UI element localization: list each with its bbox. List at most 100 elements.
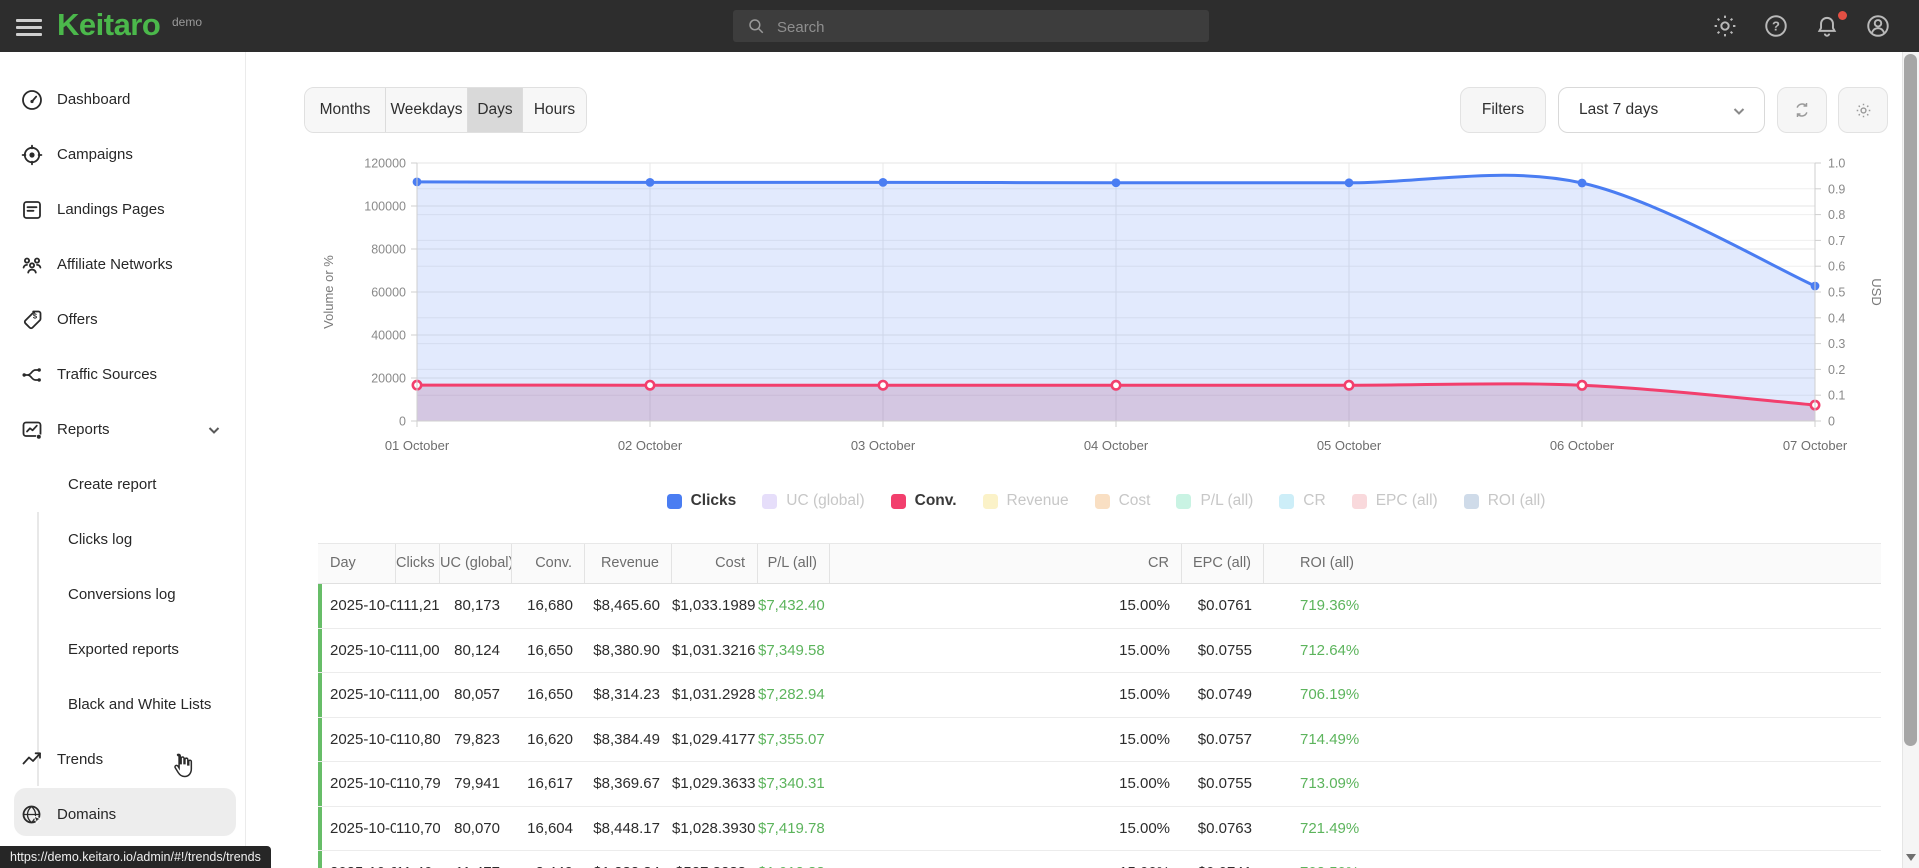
cell-revenue: $8,384.49 [593,730,660,748]
cell-clicks: 111,00 [396,686,440,703]
cell-conv-: 2,449 [512,851,585,868]
cell-day: 2025-10-03 [330,686,396,703]
cell-day: 2025-10-06 [330,819,396,837]
offers-icon: $ [23,310,42,330]
affiliate-networks-icon [22,257,42,274]
cell-revenue: $1,232.34 [585,851,672,868]
traffic-sources-icon [22,368,41,382]
sidebar-item-landing-pages[interactable]: Landings Pages [0,186,245,234]
cell-uc-global-: 11,477 [440,851,512,868]
sidebar-item-reports[interactable]: Reports [0,406,245,454]
legend-item-clicks[interactable]: Clicks [666,492,736,510]
brand-logo[interactable]: Keitaro [57,7,161,43]
scrollbar-down-arrow[interactable] [1906,854,1916,861]
svg-text:1.0: 1.0 [1828,157,1845,171]
legend-item-cr[interactable]: CR [1279,492,1326,510]
legend-item-conv-[interactable]: Conv. [890,492,957,510]
settings-gear-icon[interactable] [1712,13,1738,39]
column-header-revenue[interactable]: Revenue [585,544,672,583]
sidebar-subitem-black-and-white-lists[interactable]: Black and White Lists [0,681,245,729]
svg-text:$: $ [33,312,38,321]
sidebar-item-domains[interactable]: Domains [0,791,245,839]
row-status-stripe [318,628,322,672]
column-header-day[interactable]: Day [318,544,396,583]
trends-icon [20,748,44,772]
user-avatar-icon[interactable] [1865,13,1891,39]
sidebar-subitem-clicks-log[interactable]: Clicks log [0,516,245,564]
cell-cr: 15.00% [1119,597,1170,614]
sidebar-item-trends[interactable]: Trends [0,736,245,784]
chart-settings-button[interactable] [1838,87,1888,133]
svg-text:03 October: 03 October [851,438,916,453]
column-header-cr[interactable]: CR [830,544,1182,583]
search-icon [747,17,765,35]
sidebar-item-traffic-sources[interactable]: Traffic Sources [0,351,245,399]
sidebar-item-campaigns[interactable]: Campaigns [0,131,245,179]
cell-roi-all-: 702.50% [1264,851,1881,868]
campaigns-icon [20,143,44,167]
table-row: 2025-10-03111,00 80,057 16,650 $8,314.23 $1,… [318,673,1881,718]
legend-item-roi-all-[interactable]: ROI (all) [1463,492,1545,510]
svg-text:0: 0 [1828,415,1835,429]
tab-days[interactable]: Days [468,88,523,132]
column-header-conv-[interactable]: Conv. [512,544,585,583]
cell-day: 2025-10-01 [330,597,396,614]
cell-day: 2025-10-02 [330,641,396,659]
scrollbar-thumb[interactable] [1904,54,1917,746]
column-header-roi-all-[interactable]: ROI (all) [1264,544,1881,583]
chart-legend: Clicks UC (global) Conv. Revenue Cost P/L (al… [320,490,1892,512]
svg-text:Volume or %: Volume or % [321,255,336,329]
offers-icon: $ [20,308,44,332]
legend-item-epc-all-[interactable]: EPC (all) [1351,492,1438,510]
sidebar-subitem-exported-reports[interactable]: Exported reports [0,626,245,674]
tab-months[interactable]: Months [305,88,386,132]
legend-item-uc-global-[interactable]: UC (global) [762,492,865,510]
sidebar-subitem-conversions-log[interactable]: Conversions log [0,571,245,619]
legend-swatch [1463,493,1479,509]
mouse-cursor-hand [168,752,196,780]
column-header-p-l-all-[interactable]: P/L (all) [758,544,830,583]
row-status-stripe [318,584,322,628]
sidebar-subitem-create-report[interactable]: Create report [0,461,245,509]
cell-revenue: $8,448.17 [593,819,660,837]
search-input[interactable] [775,10,1199,44]
date-range-select[interactable]: Last 7 days [1558,87,1765,133]
trends-icon [22,752,41,765]
notifications-bell-icon[interactable] [1814,13,1840,39]
cell-conv-: 16,604 [527,819,573,837]
svg-text:100000: 100000 [364,200,406,214]
domains-icon [20,803,44,827]
legend-item-revenue[interactable]: Revenue [982,492,1069,510]
svg-text:0.4: 0.4 [1828,311,1845,325]
cell-roi-all-: 706.19% [1300,686,1360,703]
tab-weekdays[interactable]: Weekdays [386,88,468,132]
table-row: 2025-10-06110,70 80,070 16,604 $8,448.17 $1,… [318,806,1881,851]
row-status-stripe [318,762,322,806]
svg-text:07 October: 07 October [1783,438,1848,453]
tab-hours[interactable]: Hours [523,88,586,132]
cell-conv-: 16,650 [527,686,573,703]
sidebar-item-dashboard[interactable]: Dashboard [0,76,245,124]
sidebar-item-affiliate-networks[interactable]: Affiliate Networks [0,241,245,289]
legend-item-cost[interactable]: Cost [1094,492,1150,510]
svg-text:?: ? [1772,19,1780,34]
legend-item-p-l-all-[interactable]: P/L (all) [1176,492,1253,510]
cell-epc-all-: $0.0755 [1197,641,1252,659]
sidebar-item-offers[interactable]: $ Offers [0,296,245,344]
cell-day: 2025-10-04 [330,730,396,748]
period-tab-group: Months Weekdays Days Hours [304,87,587,133]
refresh-button[interactable] [1777,87,1827,133]
trends-table: Day Clicks UC (global) Conv. Revenue Cost P/L … [318,543,1881,868]
column-header-cost[interactable]: Cost [672,544,758,583]
column-header-uc-global-[interactable]: UC (global) [440,544,512,583]
column-header-epc-all-[interactable]: EPC (all) [1182,544,1264,583]
column-header-clicks[interactable]: Clicks [396,544,440,583]
hamburger-menu-icon[interactable] [16,15,42,37]
cell-revenue: $8,369.67 [593,775,660,792]
help-icon[interactable]: ? [1763,13,1789,39]
cell-roi-all-: 714.49% [1300,730,1360,748]
svg-text:40000: 40000 [371,329,406,343]
filters-button[interactable]: Filters [1460,87,1546,133]
landing-pages-icon [23,201,41,219]
cell-p-l-all-: $7,340.31 [758,775,825,792]
